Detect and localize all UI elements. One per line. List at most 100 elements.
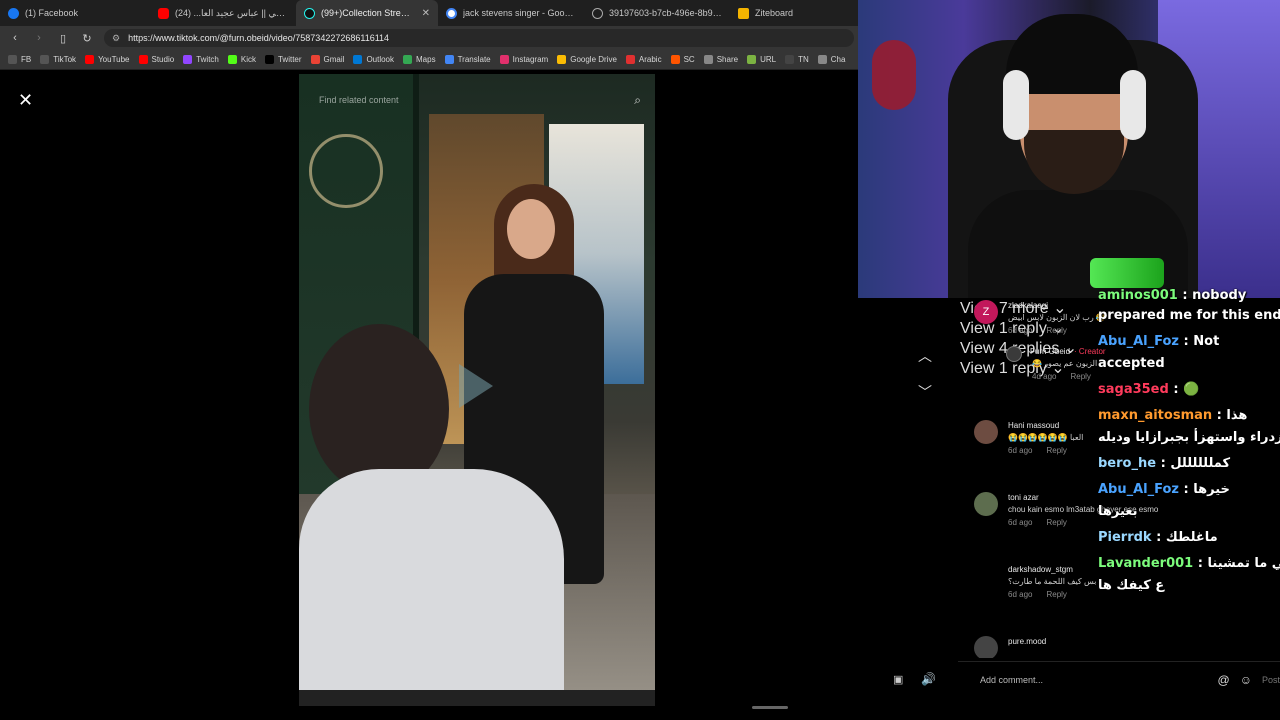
comment-meta: 6d ago Reply [1008,518,1067,527]
chat-message: maxn_aitosman : هذا [1098,408,1280,423]
comment-username[interactable]: zladkalaagi [1008,301,1048,310]
bookmark-gmail[interactable]: Gmail [310,55,344,64]
bookmark-favicon-icon [703,55,713,64]
bookmark-favicon-icon [499,55,509,64]
bookmark-icon[interactable]: ▯ [56,32,70,45]
bookmark-youtube[interactable]: YouTube [85,55,130,64]
chat-text: هذا [1226,408,1248,423]
post-button[interactable]: Post [1262,675,1280,685]
bookmark-instagram[interactable]: Instagram [499,55,548,64]
chat-separator: : [1212,408,1227,423]
video-player[interactable] [299,74,655,706]
captions-icon[interactable]: ▣ [893,673,903,686]
bookmark-outlook[interactable]: Outlook [353,55,394,64]
tab-file[interactable]: 39197603-b7cb-496e-8b98-6243 [584,0,730,26]
comment-time: 6d ago [1008,518,1033,527]
related-search[interactable]: Find related content ⌕ [299,88,655,112]
bookmark-twitch[interactable]: Twitch [183,55,219,64]
avatar[interactable] [1006,346,1022,362]
username-text: Furn Obeid [1030,347,1071,356]
bookmark-fb[interactable]: FB [8,55,31,64]
chat-message: Abu_Al_Foz : خيرها [1098,482,1280,497]
reply-button[interactable]: Reply [1046,326,1066,335]
video-progress-bar[interactable] [299,690,655,706]
site-settings-icon[interactable]: ⚙ [112,33,120,44]
avatar[interactable] [974,564,998,588]
bookmark-favicon-icon [817,55,827,64]
bookmark-twitter[interactable]: Twitter [264,55,302,64]
avatar[interactable] [974,420,998,444]
bookmark-google-drive[interactable]: Google Drive [557,55,617,64]
reply-button[interactable]: Reply [1070,372,1090,381]
comment-username[interactable]: toni azar [1008,493,1039,502]
horizontal-scrollbar[interactable] [752,706,788,709]
comment-username[interactable]: Furn Obeid · Creator [1030,347,1106,356]
bookmark-label: YouTube [98,55,130,64]
bookmark-favicon-icon [785,55,795,64]
bookmark-tiktok[interactable]: TikTok [40,55,76,64]
chat-username: Abu_Al_Foz [1098,334,1179,349]
bookmark-tn[interactable]: TN [785,55,809,64]
reload-icon[interactable]: ↻ [80,32,94,45]
mention-icon[interactable]: @ [1218,673,1230,687]
avatar[interactable]: Z [974,300,998,324]
chat-text: prepared me for this end [1098,308,1280,323]
tab-facebook[interactable]: (1) Facebook [0,0,150,26]
next-video-icon[interactable]: ﹀ [918,382,932,402]
address-bar[interactable]: ⚙ https://www.tiktok.com/@furn.obeid/vid… [104,29,854,47]
comment-username[interactable]: pure.mood [1008,637,1046,646]
bookmark-sc[interactable]: SC [670,55,695,64]
forward-icon[interactable]: › [32,32,46,44]
tab-google[interactable]: jack stevens singer - Google Sear [438,0,584,26]
back-icon[interactable]: ‹ [8,32,22,44]
bookmark-label: Kick [240,55,256,64]
comment-text: بس كيف اللحمة ما طارت؟ [1008,577,1097,586]
comment-input[interactable]: Add comment... [980,675,1218,685]
previous-video-icon[interactable]: ︿ [918,346,932,366]
bookmark-maps[interactable]: Maps [403,55,436,64]
comment-meta: 6d ago Reply [1008,590,1067,599]
comment-username[interactable]: Hani massoud [1008,421,1059,430]
bookmark-label: Outlook [366,55,395,64]
close-tab-icon[interactable]: ✕ [422,8,430,19]
chat-username: bero_he [1098,456,1157,471]
chat-text: خيرها [1193,482,1230,497]
bookmark-share[interactable]: Share [703,55,739,64]
reply-button[interactable]: Reply [1046,518,1066,527]
webcam-red-light [872,40,916,110]
chat-message: ع كيفك ها [1098,578,1280,593]
emoji-icon[interactable]: ☺ [1240,673,1252,687]
chat-text: ازدراء واستهزأ بجبرازايا وديله [1098,430,1280,445]
tab-tiktok[interactable]: (99+)Collection Stream vids c ✕ [296,0,438,26]
chat-username: Pierrdk [1098,530,1152,545]
bookmark-favicon-icon [8,55,17,64]
chat-message: Lavander001 : قصي ما تمشينا [1098,556,1280,571]
bookmark-arabic[interactable]: Arabic [625,55,662,64]
chat-message: saga35ed : 🟢 [1098,382,1280,397]
bookmark-studio[interactable]: Studio [138,55,174,64]
bookmark-label: URL [760,55,777,64]
avatar[interactable] [974,492,998,516]
reply-button[interactable]: Reply [1046,446,1066,455]
chat-text: ع كيفك ها [1098,578,1165,593]
youtube-icon [158,7,169,19]
comment-meta: 6d ago Reply [1008,326,1067,335]
close-icon[interactable]: ✕ [18,90,33,111]
bookmark-cha[interactable]: Cha [817,55,845,64]
tab-youtube[interactable]: اجمل ساقي || عباس عجيد العا... (24) [150,0,296,26]
bookmark-translate[interactable]: Translate [444,55,491,64]
bookmark-label: Share [716,55,739,64]
avatar[interactable] [974,636,998,658]
volume-icon[interactable]: 🔊 [921,672,936,686]
play-icon[interactable] [459,364,493,408]
comment-text: رب لان الزبون لابس ابيض 😂 [1008,313,1106,322]
tab-ziteboard[interactable]: Ziteboard [730,0,850,26]
search-icon[interactable]: ⌕ [634,93,641,108]
tab-label: (99+)Collection Stream vids c [321,8,412,18]
bookmark-url[interactable]: URL [747,55,776,64]
comment-username[interactable]: darkshadow_stgm [1008,565,1073,574]
bookmark-kick[interactable]: Kick [227,55,256,64]
comment-time: 6d ago [1008,446,1033,455]
reply-button[interactable]: Reply [1046,590,1066,599]
chat-separator: : [1177,288,1193,303]
